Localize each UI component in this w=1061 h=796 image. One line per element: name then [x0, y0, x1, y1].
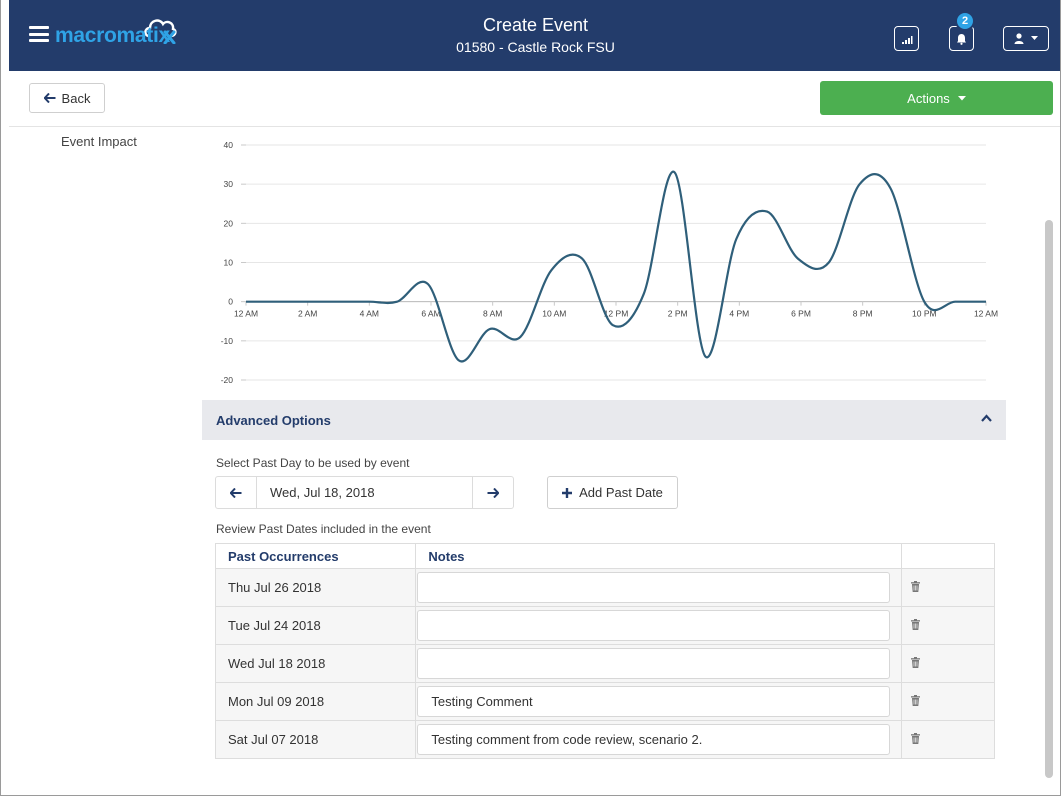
x-tick-label: 12 AM [974, 309, 998, 319]
past-day-picker: Wed, Jul 18, 2018 [215, 476, 514, 509]
x-tick-label: 6 PM [791, 309, 811, 319]
occurrence-date: Mon Jul 09 2018 [214, 682, 417, 721]
event-impact-line [246, 170, 986, 363]
advanced-options-title: Advanced Options [216, 412, 331, 428]
x-tick-label: 10 AM [542, 309, 566, 319]
app-frame: macromatix Create Event 01580 - Castle R… [0, 0, 1061, 796]
table-row: Wed Jul 18 2018 [214, 644, 995, 683]
occurrence-date: Tue Jul 24 2018 [214, 606, 417, 645]
x-tick-label: 8 PM [853, 309, 873, 319]
toolbar: Back Actions [9, 71, 1060, 127]
x-tick-label: 8 AM [483, 309, 502, 319]
user-menu-button[interactable] [1003, 26, 1049, 51]
trash-icon[interactable] [911, 732, 921, 747]
note-input[interactable] [417, 572, 891, 603]
logo[interactable]: macromatix [55, 18, 177, 54]
event-impact-chart: -20 -10 0 10 20 30 40 12 AM 2 AM 4 AM 6 AM 8 AM 10 A… [221, 140, 998, 385]
x-tick-label: 6 AM [421, 309, 440, 319]
advanced-options-header[interactable]: Advanced Options [202, 400, 1006, 440]
table-header-row: Past Occurrences Notes [214, 543, 995, 569]
occurrence-date: Wed Jul 18 2018 [214, 644, 417, 683]
table-row: Thu Jul 26 2018 [214, 568, 995, 607]
previous-day-button[interactable] [216, 477, 256, 508]
review-past-dates-label: Review Past Dates included in the event [216, 522, 431, 536]
trash-icon[interactable] [911, 580, 921, 595]
y-tick-label: 0 [228, 297, 233, 307]
table-row: Sat Jul 07 2018 [214, 720, 995, 759]
hamburger-icon[interactable] [29, 26, 49, 42]
add-past-date-label: Add Past Date [579, 485, 663, 500]
y-tick-label: -20 [221, 375, 234, 385]
signal-icon [901, 35, 912, 44]
select-past-day-label: Select Past Day to be used by event [216, 456, 410, 470]
event-impact-label: Event Impact [61, 134, 137, 149]
column-header-past-occurrences: Past Occurrences [214, 543, 417, 569]
arrow-right-icon [487, 487, 499, 498]
table-row: Mon Jul 09 2018 [214, 682, 995, 721]
trash-icon[interactable] [911, 656, 921, 671]
note-input[interactable] [417, 724, 891, 755]
user-icon [1014, 33, 1024, 44]
caret-down-icon [957, 95, 966, 100]
logo-text: macromatix [55, 24, 170, 47]
bell-icon [957, 33, 966, 45]
occurrence-date: Sat Jul 07 2018 [214, 720, 417, 759]
next-day-button[interactable] [473, 477, 513, 508]
column-header-notes: Notes [415, 543, 903, 569]
add-past-date-button[interactable]: Add Past Date [547, 476, 678, 509]
arrow-left-icon [43, 93, 56, 103]
x-tick-label: 4 AM [360, 309, 379, 319]
top-navbar: macromatix Create Event 01580 - Castle R… [1, 0, 1060, 71]
plus-icon [562, 487, 573, 498]
chevron-up-icon[interactable] [981, 414, 992, 422]
y-tick-label: 10 [224, 258, 234, 268]
note-input[interactable] [417, 686, 891, 717]
y-tick-label: 30 [224, 179, 234, 189]
signal-button[interactable] [894, 26, 919, 51]
arrow-left-icon [230, 487, 242, 498]
y-tick-label: 40 [224, 140, 234, 150]
notification-badge: 2 [955, 11, 975, 31]
back-button[interactable]: Back [29, 83, 105, 113]
y-tick-label: -10 [221, 336, 234, 346]
note-input[interactable] [417, 648, 891, 679]
selected-date-field[interactable]: Wed, Jul 18, 2018 [256, 477, 473, 508]
y-tick-label: 20 [224, 218, 234, 228]
back-label: Back [61, 90, 91, 106]
actions-label: Actions [907, 90, 950, 106]
x-tick-label: 4 PM [729, 309, 749, 319]
x-tick-label: 12 AM [234, 309, 258, 319]
x-tick-label: 2 AM [298, 309, 317, 319]
scrollbar-thumb[interactable] [1045, 220, 1053, 778]
x-tick-label: 2 PM [668, 309, 688, 319]
actions-button[interactable]: Actions [820, 81, 1053, 115]
note-input[interactable] [417, 610, 891, 641]
table-row: Tue Jul 24 2018 [214, 606, 995, 645]
column-header-actions [901, 543, 995, 569]
occurrence-date: Thu Jul 26 2018 [214, 568, 417, 607]
past-occurrences-table: Past Occurrences Notes Thu Jul 26 2018 T… [214, 543, 995, 759]
trash-icon[interactable] [911, 694, 921, 709]
caret-down-icon [1031, 36, 1039, 40]
trash-icon[interactable] [911, 618, 921, 633]
